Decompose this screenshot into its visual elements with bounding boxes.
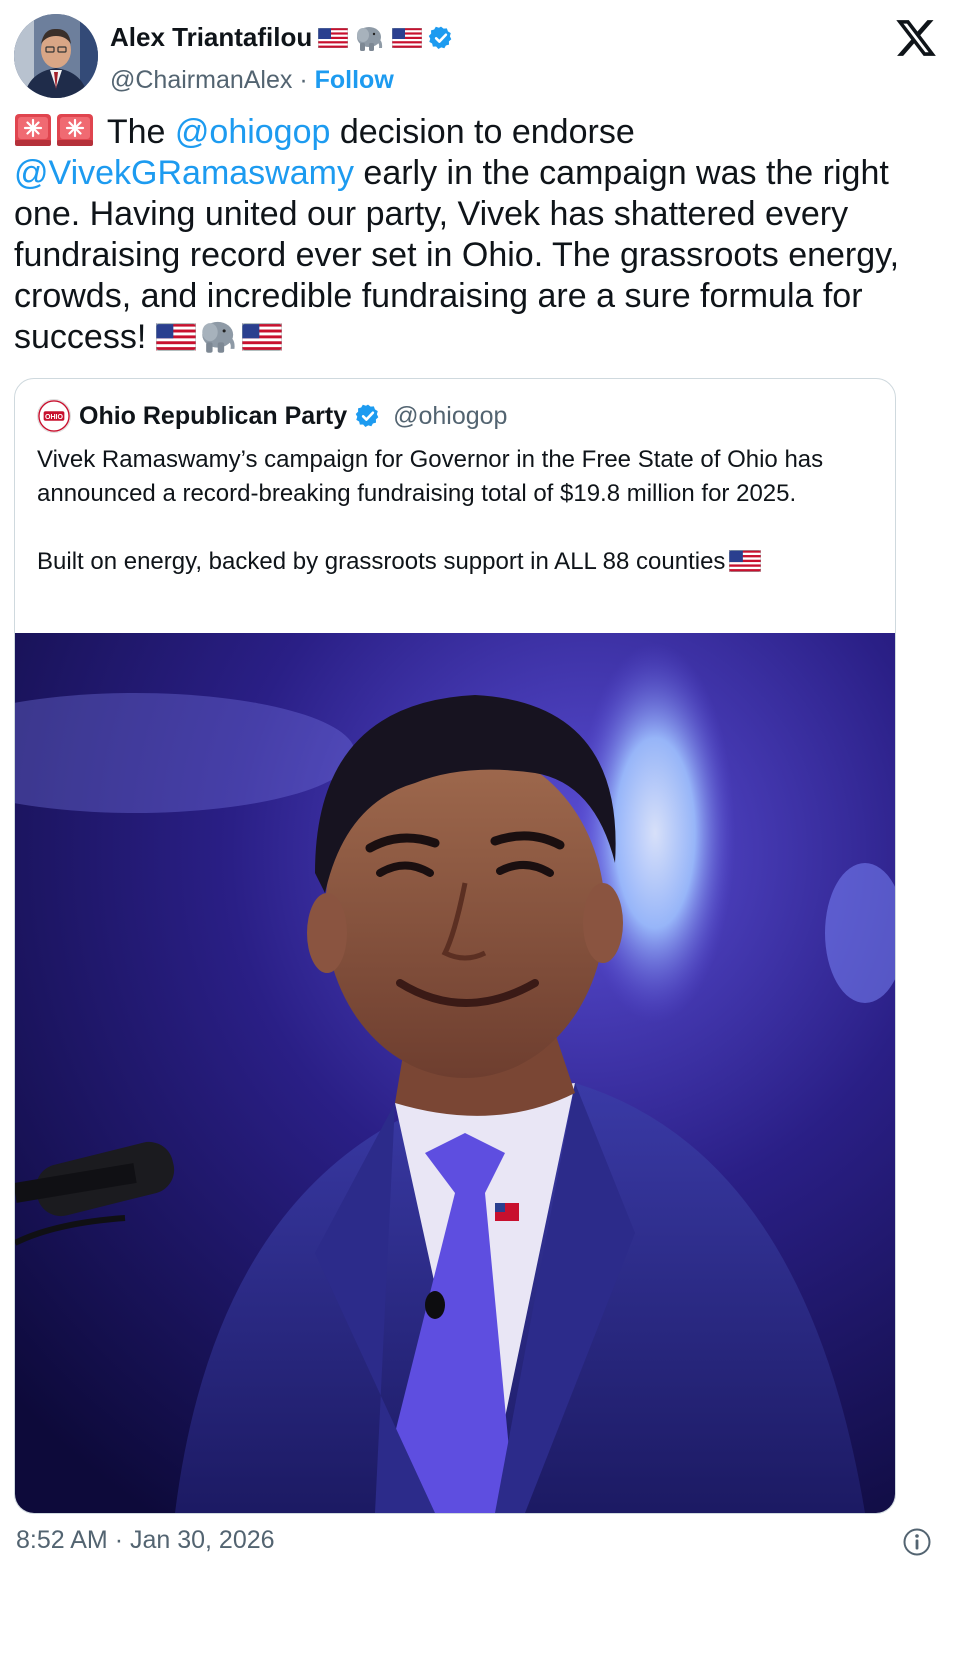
- tweet-timestamp[interactable]: 8:52 AM · Jan 30, 2026: [16, 1526, 275, 1555]
- author-name-row: Alex Triantafilou: [110, 22, 454, 53]
- quoted-text: Vivek Ramaswamy’s campaign for Governor …: [37, 443, 877, 613]
- siren-icon: [56, 113, 94, 147]
- tweet-text-part: The: [106, 113, 175, 151]
- tweet-text-part: decision to endorse: [330, 113, 635, 151]
- mention-link[interactable]: @ohiogop: [175, 113, 331, 151]
- follow-button[interactable]: Follow: [315, 66, 394, 94]
- quoted-author-handle[interactable]: @ohiogop: [393, 402, 507, 431]
- ohiogop-logo-icon[interactable]: OHIO: [37, 399, 71, 433]
- handle-separator: ·: [299, 66, 308, 94]
- tweet-body: The @ohiogop decision to endorse @VivekG…: [14, 112, 934, 358]
- quoted-paragraph: Vivek Ramaswamy’s campaign for Governor …: [37, 446, 824, 507]
- elephant-icon: [354, 24, 386, 52]
- ohiogop-logo-text: OHIO: [45, 414, 64, 421]
- x-logo-icon[interactable]: [894, 16, 938, 60]
- quoted-media-photo[interactable]: [15, 633, 895, 1513]
- siren-icon: [14, 113, 52, 147]
- us-flag-icon: [242, 322, 282, 352]
- tweet-time: 8:52 AM: [16, 1526, 108, 1554]
- mention-link[interactable]: @VivekGRamaswamy: [14, 154, 354, 192]
- info-icon[interactable]: [902, 1527, 932, 1557]
- tweet-header: Alex Triantafilou @ChairmanAlex · Follow: [14, 10, 944, 100]
- tweet-date: Jan 30, 2026: [129, 1526, 275, 1554]
- verified-badge-icon[interactable]: [428, 25, 454, 51]
- us-flag-icon: [392, 28, 422, 48]
- verified-badge-icon: [355, 403, 381, 429]
- elephant-icon: [198, 318, 240, 354]
- timestamp-separator: ·: [114, 1526, 124, 1554]
- quoted-header: OHIO Ohio Republican Party @ohiogop: [37, 399, 507, 433]
- author-avatar[interactable]: [14, 14, 98, 98]
- quoted-tweet-card[interactable]: OHIO Ohio Republican Party @ohiogop Vive…: [14, 378, 896, 1514]
- us-flag-icon: [156, 322, 196, 352]
- quoted-paragraph-2: Built on energy, backed by grassroots su…: [37, 545, 877, 579]
- quoted-paragraph-text: Built on energy, backed by grassroots su…: [37, 548, 726, 575]
- us-flag-icon: [318, 28, 348, 48]
- author-handle[interactable]: @ChairmanAlex: [110, 66, 292, 94]
- quoted-author-name[interactable]: Ohio Republican Party: [79, 402, 347, 431]
- us-flag-icon: [729, 550, 761, 572]
- author-handle-row: @ChairmanAlex · Follow: [110, 66, 394, 95]
- author-name[interactable]: Alex Triantafilou: [110, 22, 312, 53]
